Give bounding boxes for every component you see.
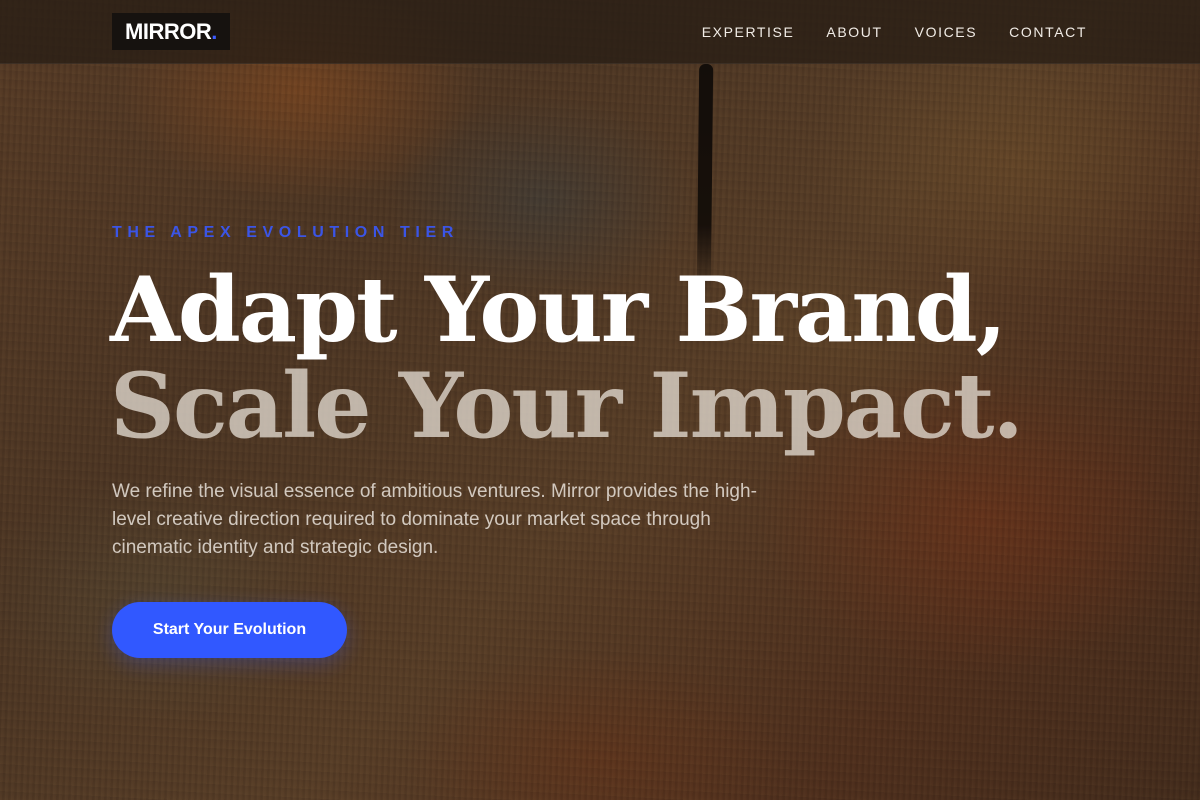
nav-link-voices[interactable]: VOICES — [915, 24, 978, 40]
nav-link-about[interactable]: ABOUT — [826, 24, 882, 40]
hero-eyebrow: THE APEX EVOLUTION TIER — [112, 224, 459, 241]
headline-line-1: Adapt Your Brand, — [110, 257, 1007, 363]
nav-links: EXPERTISE ABOUT VOICES CONTACT — [702, 0, 1087, 64]
hero-description: We refine the visual essence of ambitiou… — [112, 481, 757, 558]
hero-section: MIRROR. EXPERTISE ABOUT VOICES CONTACT T… — [0, 0, 1200, 800]
top-navbar: MIRROR. EXPERTISE ABOUT VOICES CONTACT — [0, 0, 1200, 64]
nav-link-contact[interactable]: CONTACT — [1009, 24, 1087, 40]
hero-headline: Adapt Your Brand, Scale Your Impact. — [110, 257, 1024, 459]
logo-dot: . — [211, 18, 217, 44]
start-evolution-button[interactable]: Start Your Evolution — [112, 602, 347, 658]
logo-text: MIRROR — [125, 18, 212, 44]
logo[interactable]: MIRROR. — [112, 13, 230, 50]
headline-line-2: Scale Your Impact. — [110, 353, 1024, 459]
nav-link-expertise[interactable]: EXPERTISE — [702, 24, 795, 40]
